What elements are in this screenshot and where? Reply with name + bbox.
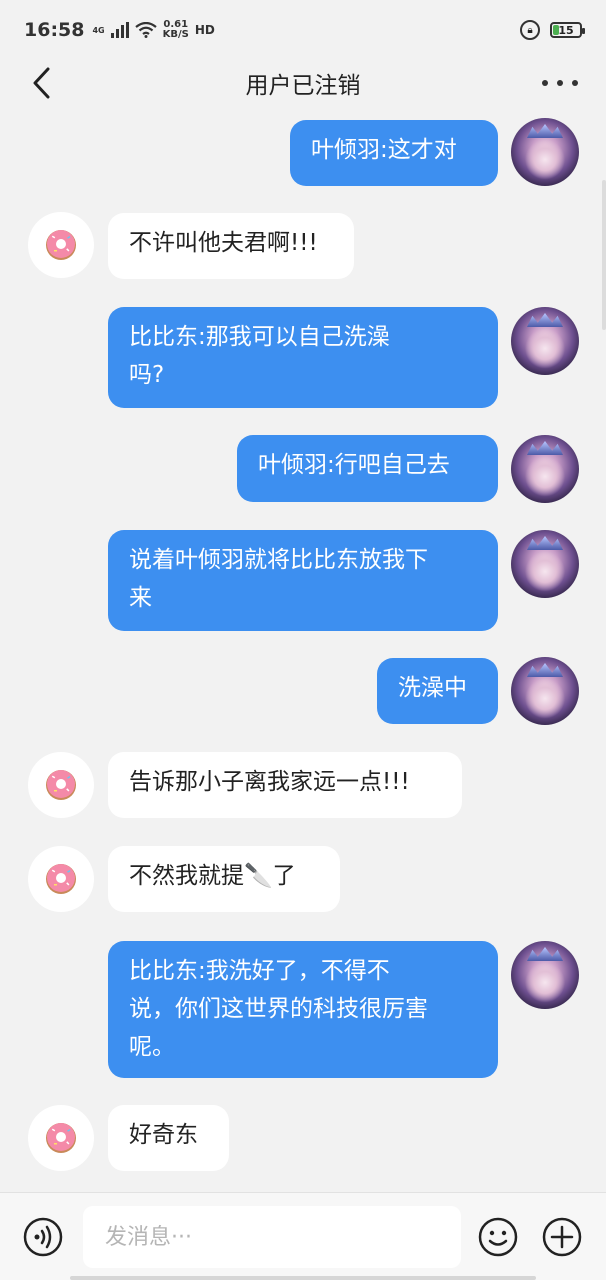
wifi-icon (134, 22, 157, 38)
message-bubble[interactable]: 好奇东 (108, 1105, 229, 1171)
back-button[interactable] (26, 66, 56, 100)
message-bubble[interactable]: 洗澡中 (377, 658, 498, 724)
message-bubble[interactable]: 比比东:我洗好了，不得不 说，你们这世界的科技很厉害 呢。 (108, 941, 498, 1078)
status-icons: 4G 0.61 KB/S HD (92, 20, 214, 40)
status-time: 16:58 (24, 19, 85, 41)
avatar[interactable] (511, 941, 579, 1009)
home-indicator[interactable] (70, 1276, 536, 1280)
net-speed: 0.61 KB/S (163, 20, 189, 40)
avatar[interactable] (28, 212, 94, 278)
battery-icon: 15 (550, 22, 585, 38)
message-bubble[interactable]: 叶倾羽:行吧自己去 (237, 435, 498, 502)
signal-icon (110, 22, 129, 38)
donut-icon (46, 1123, 76, 1153)
donut-icon (46, 770, 76, 800)
input-bar (0, 1192, 606, 1280)
avatar[interactable] (511, 530, 579, 598)
more-button[interactable] (542, 68, 578, 98)
battery-level: 15 (558, 23, 574, 37)
chat-title: 用户已注销 (245, 73, 361, 99)
nav-bar: 用户已注销 (0, 60, 606, 106)
status-right: 🔒︎ 15 (520, 20, 585, 40)
net-speed-unit: KB/S (162, 29, 189, 40)
emoji-icon (478, 1217, 518, 1257)
rotation-lock-icon: 🔒︎ (520, 20, 540, 40)
message-bubble[interactable]: 不然我就提🔪了 (108, 846, 340, 912)
avatar[interactable] (28, 846, 94, 912)
message-bubble[interactable]: 不许叫他夫君啊!!! (108, 213, 354, 279)
message-input[interactable] (83, 1206, 461, 1268)
avatar[interactable] (28, 1105, 94, 1171)
more-dots-icon (542, 80, 548, 86)
add-button[interactable] (542, 1217, 582, 1257)
avatar[interactable] (511, 435, 579, 503)
emoji-button[interactable] (478, 1217, 518, 1257)
status-bar: 16:58 4G 0.61 KB/S HD 🔒︎ 15 (0, 0, 606, 60)
hd-badge: HD (194, 23, 215, 37)
avatar[interactable] (28, 752, 94, 818)
scrollbar[interactable] (602, 180, 606, 330)
chevron-left-icon (33, 67, 50, 99)
message-bubble[interactable]: 说着叶倾羽就将比比东放我下 来 (108, 530, 498, 631)
avatar[interactable] (511, 657, 579, 725)
donut-icon (46, 230, 76, 260)
avatar[interactable] (511, 307, 579, 375)
message-bubble[interactable]: 叶倾羽:这才对 (290, 120, 498, 186)
voice-icon (23, 1217, 63, 1257)
avatar[interactable] (511, 118, 579, 186)
message-bubble[interactable]: 告诉那小子离我家远一点!!! (108, 752, 462, 818)
voice-button[interactable] (23, 1217, 63, 1257)
network-type: 4G (92, 26, 105, 35)
plus-circle-icon (542, 1217, 582, 1257)
donut-icon (46, 864, 76, 894)
message-bubble[interactable]: 比比东:那我可以自己洗澡 吗? (108, 307, 498, 408)
